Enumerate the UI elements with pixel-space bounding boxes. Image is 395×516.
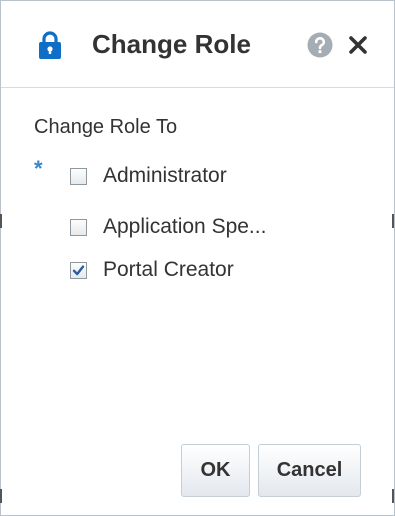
change-role-dialog: Change Role Change Role To * Administrat… [0,0,395,516]
option-label-portal-creator: Portal Creator [103,258,234,281]
ok-button[interactable]: OK [181,444,250,497]
change-role-to-label: Change Role To [34,116,178,138]
checkbox-administrator[interactable] [70,167,87,185]
checkmark-icon [72,264,85,275]
role-option-portal-creator[interactable]: Portal Creator [70,255,234,285]
dialog-header: Change Role [1,1,394,88]
left-edge-mark [0,214,2,228]
role-option-application-specialist[interactable]: Application Spe... [70,212,266,242]
help-icon[interactable] [307,32,333,58]
close-icon[interactable] [347,34,369,56]
right-edge-mark-bottom [392,489,394,503]
cancel-button[interactable]: Cancel [258,444,361,497]
option-label-administrator: Administrator [103,164,227,187]
checkbox-application-specialist[interactable] [70,218,87,236]
lock-icon [38,30,62,60]
dialog-title: Change Role [92,29,251,59]
role-option-administrator[interactable]: Administrator [70,161,227,191]
left-edge-mark-bottom [0,489,2,503]
option-label-application-specialist: Application Spe... [103,215,267,238]
right-edge-mark [392,214,394,228]
checkbox-portal-creator[interactable] [70,261,87,279]
required-indicator: * [34,156,43,181]
